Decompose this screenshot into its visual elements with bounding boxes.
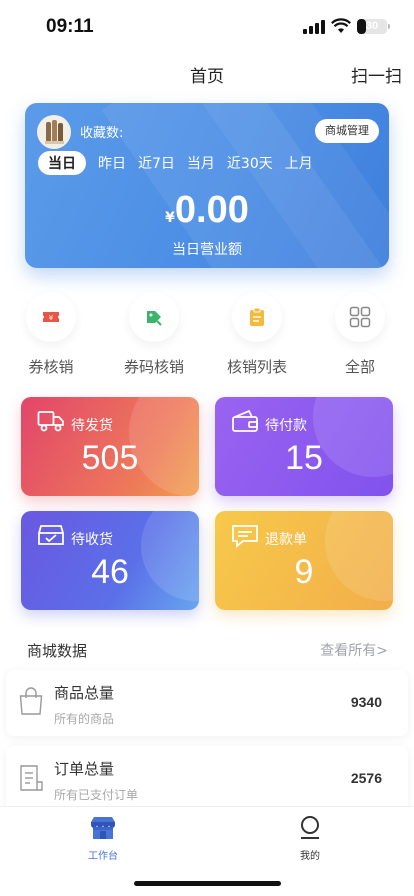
card-title: 待发货: [71, 418, 113, 434]
quick-action-code-verify[interactable]: 券码核销: [114, 292, 194, 377]
card-value: 505: [81, 439, 139, 477]
battery-level: 30: [365, 20, 379, 32]
wallet-icon: [231, 409, 259, 437]
scan-button[interactable]: 扫一扫: [351, 62, 402, 87]
period-tab-last-month[interactable]: 上月: [285, 151, 313, 175]
clipboard-icon: [232, 292, 282, 342]
period-tab-yesterday[interactable]: 昨日: [98, 151, 126, 175]
battery-icon: 30: [357, 19, 387, 34]
quick-action-all[interactable]: 全部: [320, 292, 400, 377]
card-value: 15: [285, 439, 323, 477]
data-row-sub: 所有的商品: [54, 712, 115, 726]
data-row-products[interactable]: 商品总量 所有的商品 9340: [6, 670, 408, 736]
code-tag-icon: [129, 292, 179, 342]
data-row-value: 2576: [350, 770, 382, 786]
card-value: 9: [294, 553, 314, 591]
period-tabs: 当日 昨日 近7日 当月 近30天 上月: [38, 151, 325, 175]
receipt-icon: [18, 762, 44, 796]
currency-symbol: ¥: [165, 210, 175, 226]
signal-icon: [303, 20, 325, 34]
quick-action-label: 核销列表: [226, 358, 287, 376]
data-row-value: 9340: [350, 694, 382, 710]
card-title: 退款单: [265, 532, 307, 548]
data-row-orders[interactable]: 订单总量 所有已支付订单 2576: [6, 746, 408, 812]
tab-label: 我的: [300, 851, 320, 862]
amount-value: 0.00: [174, 189, 249, 231]
tab-mine[interactable]: 我的: [270, 815, 350, 862]
card-title: 待收货: [71, 532, 113, 548]
period-tab-today[interactable]: 当日: [38, 151, 86, 175]
quick-action-coupon-verify[interactable]: ¥ 券核销: [11, 292, 91, 377]
tab-workbench[interactable]: 工作台: [63, 815, 143, 862]
stat-card-to-pay[interactable]: 待付款 15: [215, 397, 393, 496]
wifi-icon: [331, 18, 351, 34]
revenue-amount: ¥0.00: [25, 189, 389, 232]
data-row-sub: 所有已支付订单: [54, 788, 139, 802]
data-row-name: 商品总量: [54, 684, 115, 702]
stat-card-to-receive[interactable]: 待收货 46: [21, 511, 199, 610]
home-indicator: [134, 881, 281, 886]
view-all-link[interactable]: 查看所有>: [320, 640, 388, 660]
quick-action-label: 券码核销: [123, 358, 184, 376]
quick-action-label: 券核销: [28, 358, 74, 376]
battery-tip: [388, 24, 390, 29]
truck-icon: [37, 409, 65, 437]
stat-card-refund[interactable]: 退款单 9: [215, 511, 393, 610]
period-tab-month[interactable]: 当月: [187, 151, 215, 175]
favorites-label: 收藏数:: [80, 126, 124, 141]
section-title: 商城数据: [27, 642, 88, 660]
stat-card-to-ship[interactable]: 待发货 505: [21, 397, 199, 496]
grid-icon: [335, 292, 385, 342]
store-icon: [63, 815, 143, 845]
user-icon: [270, 815, 350, 845]
data-row-name: 订单总量: [54, 760, 115, 778]
revenue-banner: 收藏数: 商城管理 当日 昨日 近7日 当月 近30天 上月 ¥0.00 当日营…: [25, 103, 389, 268]
message-icon: [231, 523, 259, 553]
avatar[interactable]: [37, 115, 71, 149]
shop-manage-button[interactable]: 商城管理: [315, 119, 379, 143]
period-tab-30days[interactable]: 近30天: [227, 151, 273, 175]
quick-action-label: 全部: [344, 358, 375, 376]
card-title: 待付款: [265, 418, 307, 434]
quick-action-verify-list[interactable]: 核销列表: [217, 292, 297, 377]
card-value: 46: [91, 553, 129, 591]
tab-label: 工作台: [88, 851, 118, 862]
coupon-icon: ¥: [26, 292, 76, 342]
status-time: 09:11: [46, 16, 94, 37]
period-tab-7days[interactable]: 近7日: [138, 151, 175, 175]
bag-icon: [18, 686, 44, 720]
amount-label: 当日营业额: [172, 242, 242, 258]
status-bar: 09:11 30: [0, 0, 414, 50]
svg-text:¥: ¥: [49, 314, 54, 322]
inbox-icon: [37, 523, 65, 551]
